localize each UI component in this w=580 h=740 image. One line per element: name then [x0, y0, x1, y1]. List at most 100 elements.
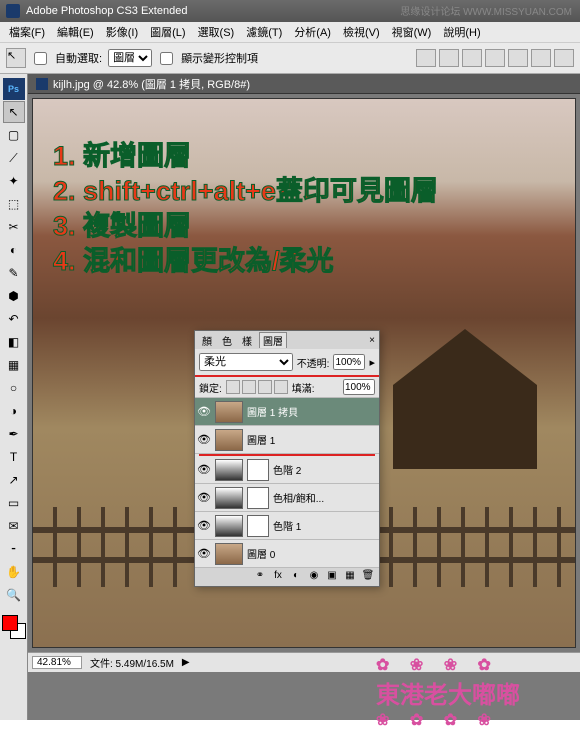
- gradient-tool[interactable]: ▦: [3, 354, 25, 376]
- fill-input[interactable]: [343, 379, 375, 395]
- layer-row[interactable]: 👁 圖層 0: [195, 540, 379, 568]
- autoselect-target[interactable]: 圖層: [108, 49, 152, 67]
- menu-help[interactable]: 說明(H): [438, 24, 485, 40]
- layer-mask: [247, 515, 269, 537]
- doc-icon: [36, 78, 48, 90]
- panel-close-icon[interactable]: ×: [369, 335, 375, 346]
- move-tool[interactable]: ↖: [3, 101, 25, 123]
- flower-deco-icon: ✿ ❀ ❀ ✿: [376, 655, 520, 675]
- slice-tool[interactable]: ✂: [3, 216, 25, 238]
- transform-checkbox[interactable]: [160, 52, 173, 65]
- anno-1: 1. 新增圖層: [53, 139, 438, 174]
- stamp-text: 東港老大嘟嘟: [376, 675, 520, 710]
- align-7[interactable]: [554, 49, 574, 67]
- file-size: 文件: 5.49M/16.5M: [90, 655, 174, 670]
- layer-thumb: [215, 429, 243, 451]
- lock-trans-icon[interactable]: [226, 380, 240, 394]
- flower-deco2-icon: ❀ ✿ ✿ ❀: [376, 710, 520, 730]
- path-tool[interactable]: ↗: [3, 469, 25, 491]
- visibility-icon[interactable]: 👁: [197, 463, 211, 476]
- hand-tool[interactable]: ✋: [3, 561, 25, 583]
- menu-select[interactable]: 選取(S): [193, 24, 240, 40]
- blur-tool[interactable]: ○: [3, 377, 25, 399]
- menu-file[interactable]: 檔案(F): [4, 24, 50, 40]
- layer-name: 色階 1: [273, 518, 377, 533]
- layer-row[interactable]: 👁 圖層 1 拷貝: [195, 398, 379, 426]
- layer-name: 圖層 1: [247, 432, 377, 447]
- transform-label: 顯示變形控制項: [181, 50, 258, 66]
- align-5[interactable]: [508, 49, 528, 67]
- menu-window[interactable]: 視窗(W): [387, 24, 437, 40]
- menu-edit[interactable]: 編輯(E): [52, 24, 99, 40]
- menu-analysis[interactable]: 分析(A): [289, 24, 336, 40]
- trash-icon[interactable]: 🗑: [361, 570, 375, 584]
- layer-thumb: [215, 459, 243, 481]
- eraser-tool[interactable]: ◧: [3, 331, 25, 353]
- lock-row: 鎖定: 填滿:: [195, 377, 379, 398]
- adjust-icon[interactable]: ◉: [307, 570, 321, 584]
- pen-tool[interactable]: ✒: [3, 423, 25, 445]
- visibility-icon[interactable]: 👁: [197, 547, 211, 560]
- lasso-tool[interactable]: ⟋: [3, 147, 25, 169]
- visibility-icon[interactable]: 👁: [197, 405, 211, 418]
- opacity-arrow-icon[interactable]: ▸: [369, 356, 375, 369]
- wand-tool[interactable]: ✦: [3, 170, 25, 192]
- brush-tool[interactable]: ✎: [3, 262, 25, 284]
- zoom-display[interactable]: 42.81%: [32, 656, 82, 669]
- lock-paint-icon[interactable]: [242, 380, 256, 394]
- folder-icon[interactable]: ▣: [325, 570, 339, 584]
- tutorial-annotations: 1. 新增圖層 2. shift+ctrl+alt+e蓋印可見圖層 3. 複製圖…: [53, 139, 438, 279]
- crop-tool[interactable]: ⬚: [3, 193, 25, 215]
- fx-icon[interactable]: fx: [271, 570, 285, 584]
- status-arrow-icon[interactable]: ▶: [182, 657, 190, 668]
- panel-tabs: 顏 色 樣 圖層 ×: [195, 331, 379, 349]
- tab-swatch[interactable]: 色: [219, 333, 235, 348]
- eyedrop-tool[interactable]: ⁃: [3, 538, 25, 560]
- mask-icon[interactable]: ◐: [289, 570, 303, 584]
- tab-color[interactable]: 顏: [199, 333, 215, 348]
- align-6[interactable]: [531, 49, 551, 67]
- blend-mode-select[interactable]: 柔光: [199, 353, 293, 371]
- anno-3: 3. 複製圖層: [53, 209, 438, 244]
- tab-style[interactable]: 樣: [239, 333, 255, 348]
- layer-row[interactable]: 👁 色階 2: [195, 456, 379, 484]
- layer-row[interactable]: 👁 色階 1: [195, 512, 379, 540]
- visibility-icon[interactable]: 👁: [197, 433, 211, 446]
- move-tool-icon[interactable]: ↖: [6, 48, 26, 68]
- align-4[interactable]: [485, 49, 505, 67]
- align-1[interactable]: [416, 49, 436, 67]
- stamp-tool[interactable]: ⬢: [3, 285, 25, 307]
- notes-tool[interactable]: ✉: [3, 515, 25, 537]
- ps-icon[interactable]: Ps: [3, 78, 25, 100]
- visibility-icon[interactable]: 👁: [197, 519, 211, 532]
- type-tool[interactable]: T: [3, 446, 25, 468]
- menu-image[interactable]: 影像(I): [101, 24, 143, 40]
- lock-all-icon[interactable]: [274, 380, 288, 394]
- tab-layers[interactable]: 圖層: [259, 332, 287, 348]
- menu-view[interactable]: 檢視(V): [338, 24, 385, 40]
- color-swatches[interactable]: [2, 615, 26, 639]
- history-tool[interactable]: ↶: [3, 308, 25, 330]
- heal-tool[interactable]: ◐: [3, 239, 25, 261]
- document-tab[interactable]: kijlh.jpg @ 42.8% (圖層 1 拷貝, RGB/8#): [28, 74, 580, 94]
- opacity-input[interactable]: [333, 354, 365, 370]
- marquee-tool[interactable]: ▢: [3, 124, 25, 146]
- new-layer-icon[interactable]: ▦: [343, 570, 357, 584]
- align-2[interactable]: [439, 49, 459, 67]
- layer-row[interactable]: 👁 色相/飽和...: [195, 484, 379, 512]
- layer-row[interactable]: 👁 圖層 1: [195, 426, 379, 454]
- align-3[interactable]: [462, 49, 482, 67]
- menu-layer[interactable]: 圖層(L): [145, 24, 190, 40]
- dodge-tool[interactable]: ◑: [3, 400, 25, 422]
- anno-4: 4. 混和圖層更改為/柔光: [53, 244, 438, 279]
- lock-move-icon[interactable]: [258, 380, 272, 394]
- menu-filter[interactable]: 濾鏡(T): [241, 24, 287, 40]
- autoselect-checkbox[interactable]: [34, 52, 47, 65]
- barn-graphic: [375, 329, 555, 469]
- zoom-tool[interactable]: 🔍: [3, 584, 25, 606]
- link-icon[interactable]: ⚭: [253, 570, 267, 584]
- visibility-icon[interactable]: 👁: [197, 491, 211, 504]
- shape-tool[interactable]: ▭: [3, 492, 25, 514]
- foreground-color[interactable]: [2, 615, 18, 631]
- app-title: Adobe Photoshop CS3 Extended: [26, 5, 187, 17]
